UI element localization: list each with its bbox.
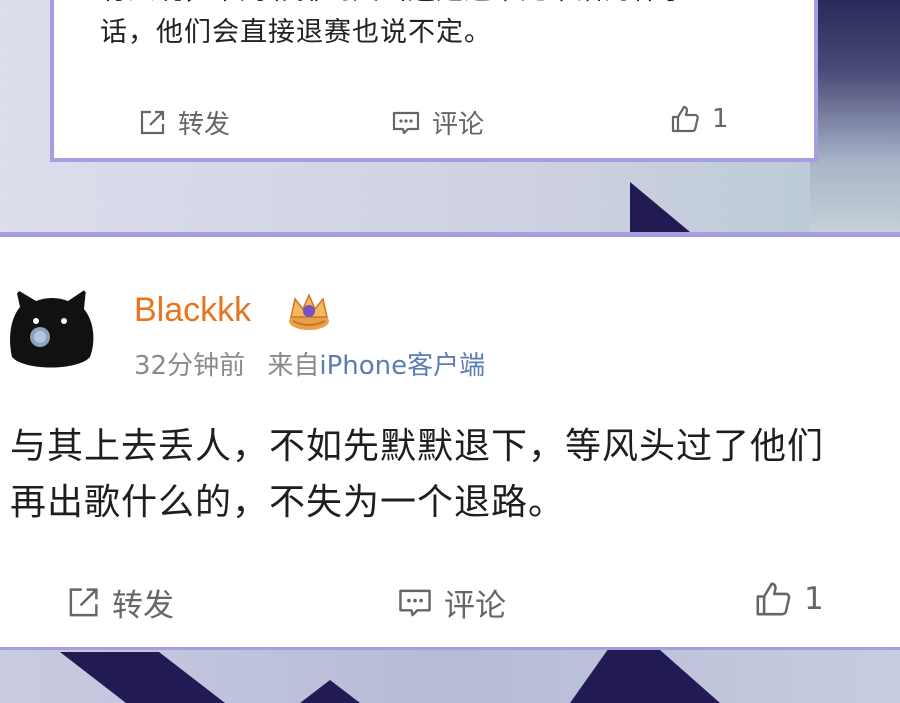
repost-button[interactable]: 转发 xyxy=(66,580,174,625)
weibo-post-card-partial: 有人说，下周彩排到大山还是这半死不活的样子 话，他们会直接退赛也说不定。 转发 … xyxy=(50,0,818,162)
repost-icon xyxy=(69,587,98,616)
comment-button[interactable]: 评论 xyxy=(398,580,506,625)
username[interactable]: Blackkk xyxy=(134,291,251,330)
post-time: 32分钟前 xyxy=(134,351,246,381)
repost-label: 转发 xyxy=(112,588,174,624)
repost-button[interactable]: 转发 xyxy=(138,104,230,141)
vip-crown-badge-icon xyxy=(285,291,333,333)
source-link[interactable]: iPhone客户端 xyxy=(319,351,485,381)
comment-label: 评论 xyxy=(432,110,485,140)
repost-label: 转发 xyxy=(178,110,231,140)
like-button[interactable]: 1 xyxy=(754,580,824,618)
post-actions-bar: 转发 评论 1 xyxy=(0,580,900,630)
post-meta: 32分钟前 来自iPhone客户端 xyxy=(134,345,485,382)
like-count: 1 xyxy=(712,104,729,134)
avatar[interactable] xyxy=(2,279,102,379)
post-text-line-1: 有人说，下周彩排到大山还是这半死不活的样子 xyxy=(100,0,780,12)
source-prefix: 来自 xyxy=(267,351,320,381)
like-button[interactable]: 1 xyxy=(670,104,729,134)
post-text: 有人说，下周彩排到大山还是这半死不活的样子 话，他们会直接退赛也说不定。 xyxy=(100,0,780,78)
comment-button[interactable]: 评论 xyxy=(392,104,484,141)
repost-icon xyxy=(140,110,165,134)
thumbs-up-icon xyxy=(756,582,791,616)
comment-icon xyxy=(392,111,420,134)
weibo-post-card: Blackkk 32分钟前 来自iPhone客户端 与其上去丢人，不如先默默退下… xyxy=(0,232,900,652)
background-top-right-dark xyxy=(810,0,900,232)
post-text-line-2: 话，他们会直接退赛也说不定。 xyxy=(100,17,492,48)
comment-label: 评论 xyxy=(444,588,506,624)
comment-icon xyxy=(399,589,431,616)
post-content: 与其上去丢人，不如先默默退下，等风头过了他们 再出歌什么的，不失为一个退路。 xyxy=(10,419,900,531)
black-cat-avatar xyxy=(2,279,102,379)
post-actions-bar: 转发 评论 1 xyxy=(54,104,814,144)
like-count: 1 xyxy=(804,581,824,617)
thumbs-up-icon xyxy=(671,105,699,133)
post-content-line-1: 与其上去丢人，不如先默默退下，等风头过了他们 xyxy=(10,426,825,467)
post-content-line-2: 再出歌什么的，不失为一个退路。 xyxy=(10,482,566,523)
